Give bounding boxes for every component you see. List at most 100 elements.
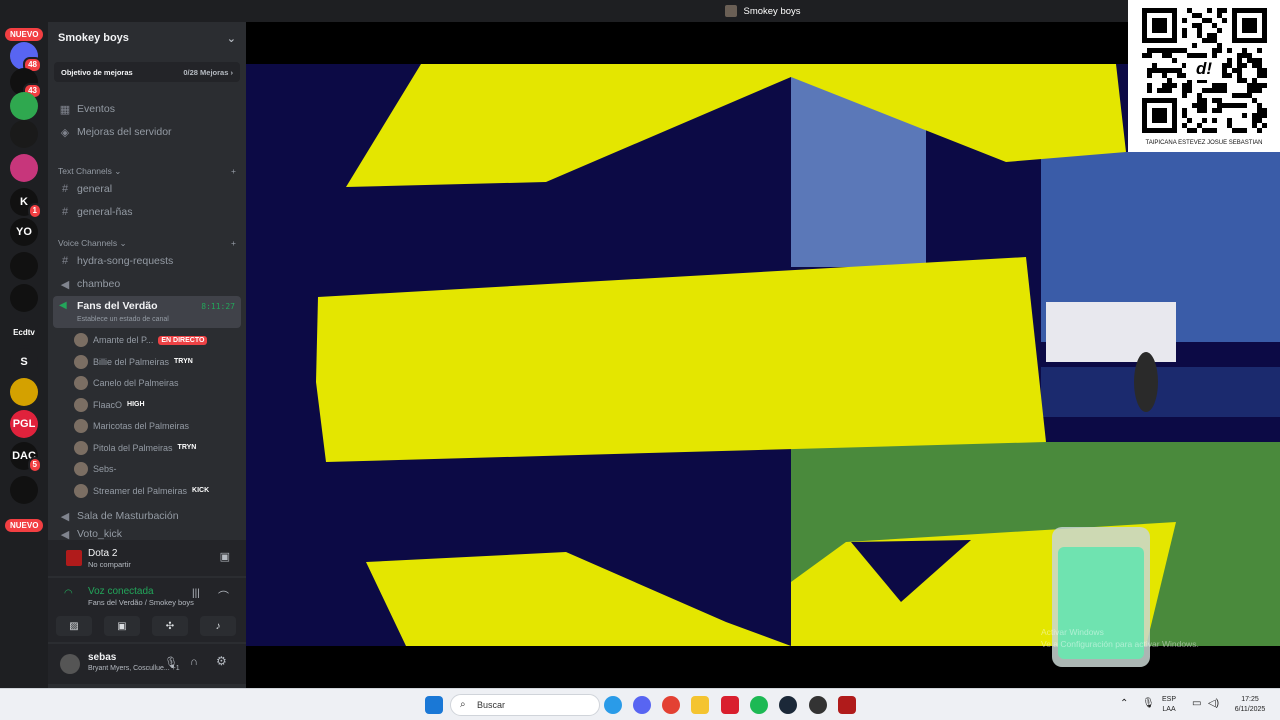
channel-label: hydra-song-requests	[77, 255, 174, 267]
boost-goal[interactable]: Objetivo de mejoras 0/28 Mejoras ›	[54, 62, 240, 82]
voice-user[interactable]: Canelo del Palmeiras	[74, 373, 234, 393]
voice-timer: 8:11:27	[201, 302, 235, 311]
dm-avatar[interactable]: 48	[10, 42, 42, 73]
voice-user-name: FlaacO	[93, 399, 123, 410]
spotify-icon[interactable]	[750, 696, 768, 714]
speaker-icon: ◀	[59, 300, 67, 311]
channel-label: chambeo	[77, 278, 121, 290]
events-label: Eventos	[77, 103, 115, 115]
network-icon[interactable]: ▭	[1192, 698, 1201, 709]
disconnect-icon[interactable]: ⌒	[218, 588, 229, 604]
ad-board	[1041, 367, 1280, 417]
channel-hydra-song-requests[interactable]: # hydra-song-requests	[54, 251, 240, 271]
clock[interactable]: 17:25 6/11/2025	[1228, 695, 1272, 715]
windows-start-icon[interactable]	[425, 696, 443, 714]
discord-app: NUEVO NUEVO 48 43 K 1 YO Ecdtv S PGL DAC 5 Smokey…	[0, 0, 1280, 688]
chevron-up-icon[interactable]: ⌃	[1120, 698, 1128, 709]
goal-net	[1046, 302, 1176, 362]
obs-icon[interactable]	[809, 696, 827, 714]
language-indicator[interactable]: ESP LAA	[1162, 695, 1176, 715]
activity-panel: Dota 2 No compartir ▣	[48, 540, 246, 576]
voice-user[interactable]: Amante del P... EN DIRECTO	[74, 330, 234, 350]
microphone-icon[interactable]: 🎙︎	[164, 656, 178, 669]
windows-watermark: Activar Windows Ve a Configuración para …	[1041, 626, 1199, 650]
server-yolo[interactable]: YO	[10, 218, 38, 246]
voice-user[interactable]: Billie del Palmeiras TRYN	[74, 352, 234, 372]
calendar-icon: ▦	[59, 103, 71, 116]
search-placeholder: Buscar	[477, 700, 506, 710]
steam-icon[interactable]	[779, 696, 797, 714]
user-avatar[interactable]	[60, 654, 80, 674]
voice-user[interactable]: Pitola del Palmeiras TRYN	[74, 438, 234, 458]
active-voice-channel[interactable]: ◀ Fans del Verdão 8:11:27 Establece un e…	[53, 296, 241, 328]
channel-chambeo[interactable]: ◀ chambeo	[54, 274, 240, 294]
server-initials: PGL	[12, 418, 36, 430]
events-link[interactable]: ▦ Eventos	[54, 99, 240, 119]
channel-label: general-ñas	[77, 206, 133, 218]
voice-user[interactable]: FlaacO HIGH	[74, 395, 234, 415]
server-header[interactable]: Smokey boys ⌄	[48, 22, 246, 54]
edge-icon[interactable]	[604, 696, 622, 714]
screen-share-button[interactable]: ▣	[104, 616, 140, 636]
server-rail: NUEVO NUEVO 48 43 K 1 YO Ecdtv S PGL DAC 5	[0, 22, 48, 688]
voice-user-name: Canelo del Palmeiras	[93, 378, 179, 388]
stream-view[interactable]: Activar Windows Ve a Configuración para …	[246, 22, 1280, 688]
channel-voto-kick[interactable]: ◀ Voto_kick	[54, 528, 240, 540]
channel-general-nas[interactable]: # general-ñas	[54, 202, 240, 222]
add-channel-icon[interactable]: +	[231, 238, 236, 249]
server-yellow[interactable]	[10, 378, 38, 406]
voice-user-name: Maricotas del Palmeiras	[93, 421, 190, 431]
server-green[interactable]	[10, 92, 38, 120]
server-dark[interactable]	[10, 120, 38, 148]
channel-status[interactable]: Establece un estado de canal	[77, 316, 169, 323]
voice-user[interactable]: Sebs-	[74, 459, 234, 479]
voice-location[interactable]: Fans del Verdão / Smokey boys	[88, 598, 194, 607]
voice-channels-category[interactable]: Voice Channels ⌄ +	[58, 238, 236, 249]
voice-user-name: Amante del P...	[93, 335, 154, 345]
voice-user-name: Billie del Palmeiras	[93, 356, 170, 367]
voice-user[interactable]: Streamer del Palmeiras KICK	[74, 481, 234, 501]
server-initials: YO	[16, 226, 32, 238]
server-dac[interactable]: DAC 5	[10, 442, 42, 473]
dota-taskbar-icon[interactable]	[838, 696, 856, 714]
camera-off-icon: ▨	[69, 620, 79, 632]
add-channel-icon[interactable]: +	[231, 166, 236, 177]
microphone-tray-icon[interactable]: 🎙︎	[1142, 698, 1155, 709]
server-pink[interactable]	[10, 154, 38, 182]
chevron-down-icon: ⌄	[226, 32, 236, 45]
voice-status[interactable]: Voz conectada	[88, 586, 154, 597]
volume-icon[interactable]: ◁)	[1208, 698, 1219, 709]
headphones-icon[interactable]: ∩	[190, 656, 198, 668]
username: sebas	[88, 652, 117, 663]
text-channels-category[interactable]: Text Channels ⌄ +	[58, 166, 236, 177]
gear-icon[interactable]: ⚙	[216, 654, 227, 668]
winrar-icon[interactable]	[721, 696, 739, 714]
share-screen-icon[interactable]: ▣	[220, 550, 230, 563]
server-boosts-link[interactable]: ◈ Mejoras del servidor	[54, 122, 240, 142]
screen-icon: ▣	[117, 620, 127, 632]
soundboard-button[interactable]: ♪	[200, 616, 236, 636]
server-wolf[interactable]	[10, 476, 38, 504]
speaker-icon: ◀	[60, 510, 70, 523]
chrome-icon[interactable]	[662, 696, 680, 714]
channel-sala[interactable]: ◀ Sala de Masturbación	[54, 506, 240, 526]
activities-button[interactable]: ✣	[152, 616, 188, 636]
server-initials: Ecdtv	[13, 327, 35, 337]
live-badge: EN DIRECTO	[158, 335, 208, 345]
server-k[interactable]: K1	[10, 188, 42, 219]
player	[1134, 352, 1158, 412]
boosts-label: Mejoras del servidor	[77, 126, 172, 138]
server-ball[interactable]	[10, 284, 38, 312]
file-explorer-icon[interactable]	[691, 696, 709, 714]
taskbar-search[interactable]: ⌕ Buscar	[450, 694, 600, 716]
camera-off-button[interactable]: ▨	[56, 616, 92, 636]
discord-icon[interactable]	[633, 696, 651, 714]
server-ecdtv[interactable]: Ecdtv	[10, 318, 38, 346]
server-pgl[interactable]: PGL	[10, 410, 38, 438]
server-s[interactable]: S	[10, 348, 38, 376]
voice-user[interactable]: Maricotas del Palmeiras	[74, 416, 234, 436]
boost-icon: ◈	[60, 126, 70, 139]
server-tp[interactable]	[10, 252, 38, 280]
channel-general[interactable]: # general	[54, 179, 240, 199]
noise-suppression-icon[interactable]: |||	[192, 588, 200, 599]
